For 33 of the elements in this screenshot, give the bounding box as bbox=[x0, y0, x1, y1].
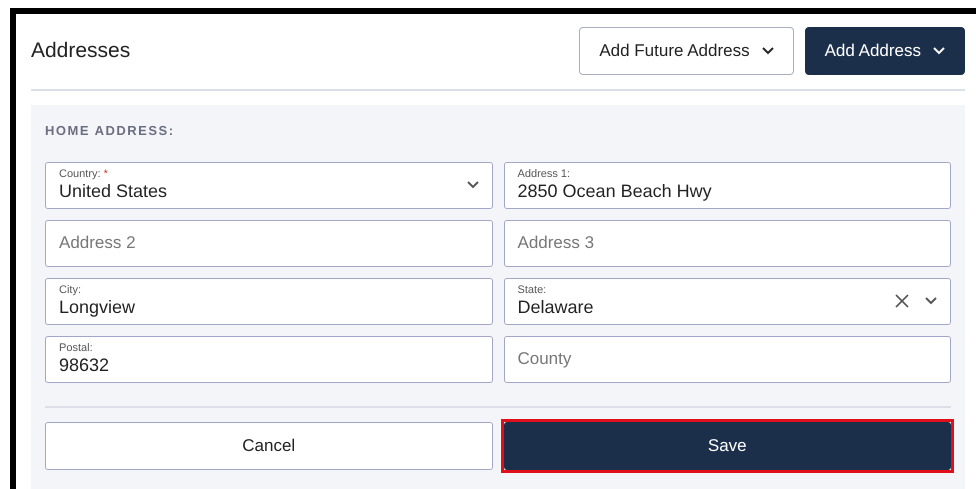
field-label: Postal: bbox=[59, 342, 93, 354]
field-label: State: bbox=[518, 284, 546, 296]
page-title: Addresses bbox=[31, 38, 130, 64]
field-label: Country: bbox=[59, 168, 101, 180]
input-field[interactable]: Postal: 98632 bbox=[45, 336, 492, 382]
field-value: Delaware bbox=[518, 296, 595, 318]
select-field[interactable]: State: Delaware bbox=[504, 278, 951, 324]
field-placeholder: Address 2 bbox=[59, 232, 137, 254]
input-field[interactable]: County bbox=[504, 336, 951, 382]
field-value: Longview bbox=[59, 296, 136, 318]
section-title: HOME ADDRESS: bbox=[45, 122, 176, 140]
field-label: City: bbox=[59, 284, 81, 296]
dropdown-button[interactable]: Add Future Address bbox=[579, 27, 794, 75]
chevron-down-icon bbox=[762, 47, 774, 55]
field-value: 2850 Ocean Beach Hwy bbox=[518, 180, 713, 202]
chevron-down-icon bbox=[925, 297, 937, 305]
input-field[interactable]: City: Longview bbox=[45, 278, 492, 324]
field-placeholder: Address 3 bbox=[518, 232, 596, 254]
chevron-down-icon bbox=[466, 181, 478, 189]
save-button[interactable]: Save bbox=[504, 422, 951, 470]
field-label: Address 1: bbox=[518, 168, 570, 180]
field-value: 98632 bbox=[59, 354, 110, 376]
input-field[interactable]: Address 1: 2850 Ocean Beach Hwy bbox=[504, 162, 951, 208]
clear-icon[interactable] bbox=[895, 294, 909, 308]
select-field[interactable]: Country: * United States bbox=[45, 162, 492, 208]
dropdown-button[interactable]: Add Address bbox=[804, 27, 965, 75]
field-value: United States bbox=[59, 180, 168, 202]
cancel-button[interactable]: Cancel bbox=[45, 422, 492, 470]
input-field[interactable]: Address 3 bbox=[504, 220, 951, 266]
chevron-down-icon bbox=[933, 47, 945, 55]
required-marker: * bbox=[104, 168, 108, 180]
field-placeholder: County bbox=[518, 348, 572, 370]
input-field[interactable]: Address 2 bbox=[45, 220, 492, 266]
